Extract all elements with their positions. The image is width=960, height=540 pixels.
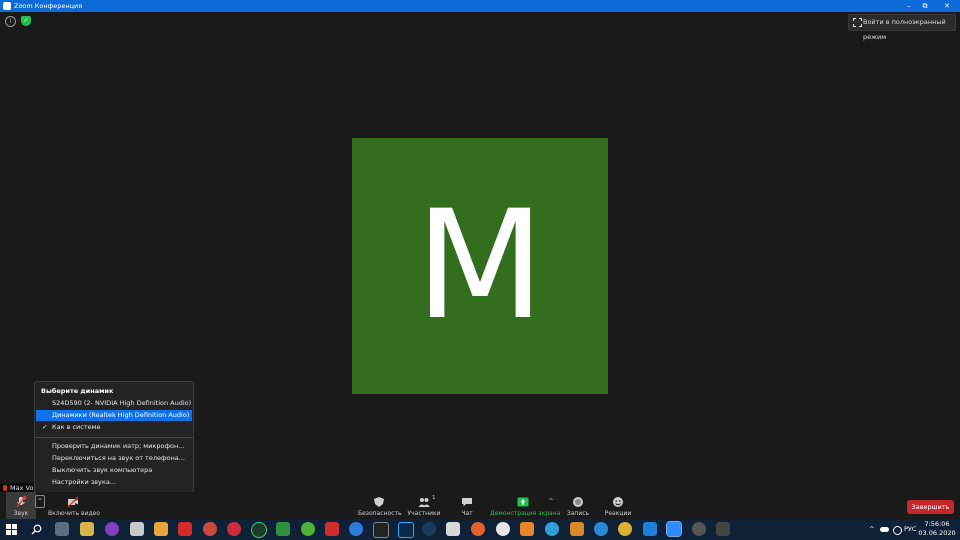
share-screen-label: Демонстрация экрана bbox=[490, 510, 561, 517]
smiley-icon bbox=[613, 497, 623, 507]
app-tools-icon[interactable] bbox=[716, 522, 730, 536]
info-icon[interactable]: i bbox=[5, 16, 16, 27]
steam-icon[interactable] bbox=[422, 522, 436, 536]
vlc-icon[interactable] bbox=[520, 522, 534, 536]
reactions-label: Реакции bbox=[604, 510, 632, 517]
chat-button[interactable]: Чат bbox=[452, 492, 482, 522]
participants-label: Участники bbox=[407, 510, 441, 517]
input-language[interactable]: РУС bbox=[904, 519, 916, 540]
telegram-icon[interactable] bbox=[545, 522, 559, 536]
speaker-select-menu: Выберите динамик S24D590 (2- NVIDIA High… bbox=[34, 381, 194, 493]
app-blue-icon[interactable] bbox=[349, 522, 363, 536]
reactions-button[interactable]: Реакции bbox=[600, 492, 636, 522]
speaker-option-checked[interactable]: ✓ Как в системе bbox=[36, 422, 192, 433]
speaker-menu-heading: Выберите динамик bbox=[41, 387, 114, 395]
video-label: Включить видео bbox=[48, 510, 100, 517]
share-options-caret[interactable]: ^ bbox=[547, 496, 555, 508]
folder-icon[interactable] bbox=[154, 522, 168, 536]
epic-games-icon[interactable] bbox=[373, 522, 389, 538]
chrome-icon[interactable] bbox=[618, 522, 632, 536]
participant-name: Max Vo bbox=[10, 484, 34, 492]
microphone-muted-icon bbox=[16, 496, 27, 508]
app-purple-icon[interactable] bbox=[105, 522, 119, 536]
settings-gear-icon[interactable] bbox=[692, 522, 706, 536]
photoshop-icon[interactable] bbox=[398, 522, 414, 538]
record-icon bbox=[573, 497, 583, 507]
title-bar: Zoom Конференция – ⧉ ✕ bbox=[0, 0, 960, 12]
participants-count: 1 bbox=[432, 495, 436, 501]
search-icon[interactable] bbox=[31, 524, 42, 535]
app-s-icon[interactable] bbox=[643, 522, 657, 536]
chat-icon bbox=[462, 498, 472, 507]
menu-action-test-speaker[interactable]: Проверить динамик иатр; микрофон... bbox=[36, 441, 192, 452]
volume-icon[interactable] bbox=[893, 526, 902, 535]
record-label: Запись bbox=[566, 510, 590, 517]
window-title: Zoom Конференция bbox=[14, 2, 83, 10]
muted-mic-icon bbox=[3, 485, 7, 491]
menu-action-mute-computer[interactable]: Выключить звук компьютера bbox=[36, 465, 192, 476]
file-explorer-icon[interactable] bbox=[80, 522, 94, 536]
menu-action-phone-audio[interactable]: Переключиться на звук от телефона... bbox=[36, 453, 192, 464]
participant-avatar: M bbox=[352, 138, 608, 394]
edge-icon[interactable] bbox=[594, 522, 608, 536]
system-clock[interactable]: 7:56:06 03.06.2020 bbox=[918, 520, 956, 540]
cloud-icon[interactable] bbox=[880, 527, 889, 532]
clock-time: 7:56:06 bbox=[924, 520, 950, 528]
windows-taskbar: ^ РУС 7:56:06 03.06.2020 bbox=[0, 519, 960, 540]
record-button[interactable]: Запись bbox=[562, 492, 594, 522]
app-nvidia-icon[interactable] bbox=[276, 522, 290, 536]
start-video-button[interactable]: Включить видео bbox=[48, 492, 100, 522]
app-green-icon[interactable] bbox=[301, 522, 315, 536]
audio-options-caret[interactable]: ^ bbox=[35, 495, 45, 508]
app-download-icon[interactable] bbox=[325, 522, 339, 536]
task-view-icon[interactable] bbox=[55, 522, 69, 536]
speaker-option[interactable]: S24D590 (2- NVIDIA High Definition Audio… bbox=[36, 398, 192, 409]
app-white-icon[interactable] bbox=[496, 522, 510, 536]
video-off-icon bbox=[67, 496, 79, 508]
audio-button[interactable]: Звук bbox=[6, 492, 36, 522]
security-shield-icon bbox=[374, 497, 384, 507]
menu-divider bbox=[35, 437, 193, 438]
fullscreen-button[interactable]: Войти в полноэкранный режим bbox=[848, 14, 956, 41]
fullscreen-icon bbox=[853, 18, 862, 27]
zoom-taskbar-icon[interactable] bbox=[666, 521, 682, 537]
clock-date: 03.06.2020 bbox=[918, 529, 956, 537]
security-label: Безопасность bbox=[358, 510, 402, 517]
tray-chevron-icon[interactable]: ^ bbox=[869, 519, 874, 540]
app-orange-icon[interactable] bbox=[203, 522, 217, 536]
firefox-icon[interactable] bbox=[471, 522, 485, 536]
app-sun-icon[interactable] bbox=[570, 522, 584, 536]
end-meeting-button[interactable]: Завершить bbox=[907, 500, 954, 514]
menu-action-audio-settings[interactable]: Настройки звука... bbox=[36, 477, 192, 488]
app-red-bolt-icon[interactable] bbox=[178, 522, 192, 536]
app-box-icon[interactable] bbox=[130, 522, 144, 536]
windows-start-icon[interactable] bbox=[6, 524, 17, 535]
participants-icon bbox=[418, 498, 430, 507]
share-screen-icon bbox=[517, 497, 529, 507]
fullscreen-label: Войти в полноэкранный режим bbox=[863, 18, 946, 41]
participants-button[interactable]: 1 Участники bbox=[406, 492, 442, 522]
app-upwork-icon[interactable] bbox=[251, 522, 267, 538]
audio-label: Звук bbox=[13, 510, 29, 517]
zoom-app-icon bbox=[3, 2, 11, 10]
speaker-option-selected[interactable]: Динамики (Realtek High Definition Audio) bbox=[36, 410, 192, 421]
close-button[interactable]: ✕ bbox=[934, 0, 960, 12]
encryption-shield-icon[interactable]: ✓ bbox=[21, 16, 31, 26]
app-shield-red-icon[interactable] bbox=[227, 522, 241, 536]
security-button[interactable]: Безопасность bbox=[358, 492, 402, 522]
app-cube-icon[interactable] bbox=[446, 522, 460, 536]
chat-label: Чат bbox=[461, 510, 473, 517]
check-icon: ✓ bbox=[42, 423, 48, 431]
